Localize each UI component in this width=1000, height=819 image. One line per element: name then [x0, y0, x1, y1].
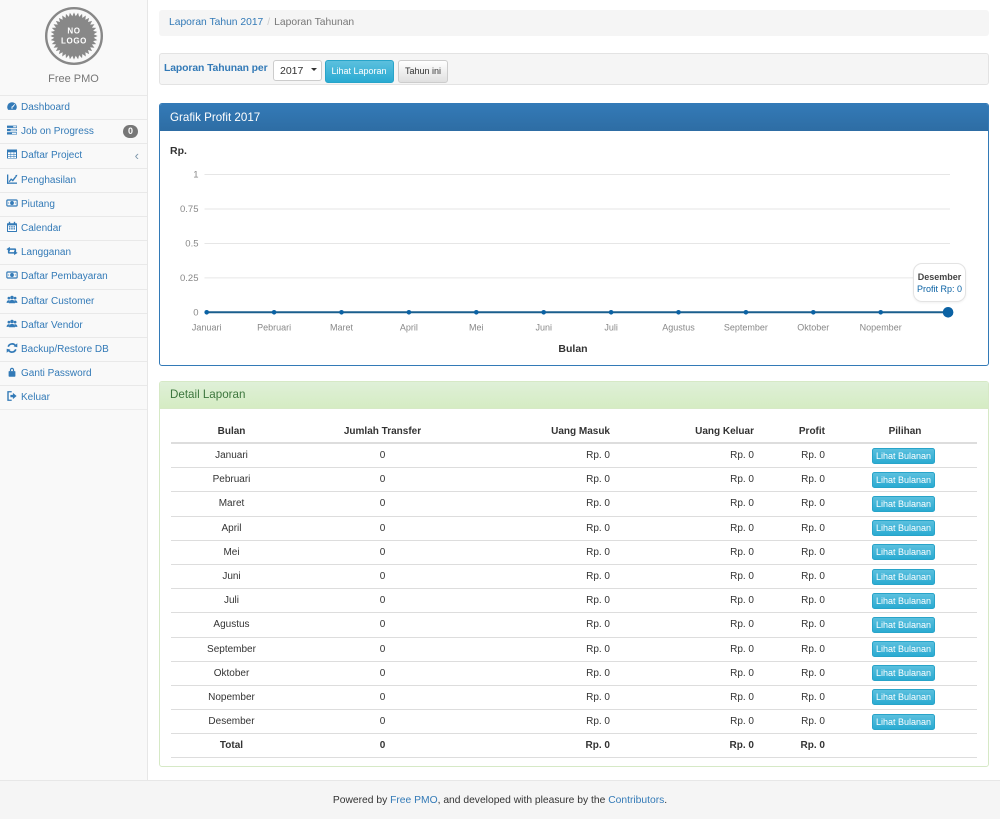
svg-text:September: September: [724, 323, 768, 333]
svg-text:Rp.: Rp.: [170, 145, 187, 157]
svg-text:Januari: Januari: [192, 323, 222, 333]
svg-text:Mei: Mei: [469, 323, 484, 333]
svg-text:Juli: Juli: [604, 323, 618, 333]
svg-text:0.25: 0.25: [180, 273, 199, 284]
svg-text:April: April: [400, 323, 418, 333]
svg-text:0.75: 0.75: [180, 204, 199, 215]
svg-text:LOGO: LOGO: [61, 37, 87, 46]
svg-text:Nopember: Nopember: [860, 323, 902, 333]
svg-text:Oktober: Oktober: [797, 323, 829, 333]
svg-text:Maret: Maret: [330, 323, 354, 333]
svg-text:Juni: Juni: [535, 323, 552, 333]
svg-text:Bulan: Bulan: [558, 343, 587, 355]
svg-text:Agustus: Agustus: [662, 323, 695, 333]
svg-text:NO: NO: [67, 27, 80, 36]
svg-text:Pebruari: Pebruari: [257, 323, 291, 333]
svg-text:0.5: 0.5: [185, 239, 198, 250]
svg-text:0: 0: [193, 308, 198, 319]
svg-text:1: 1: [193, 170, 198, 181]
